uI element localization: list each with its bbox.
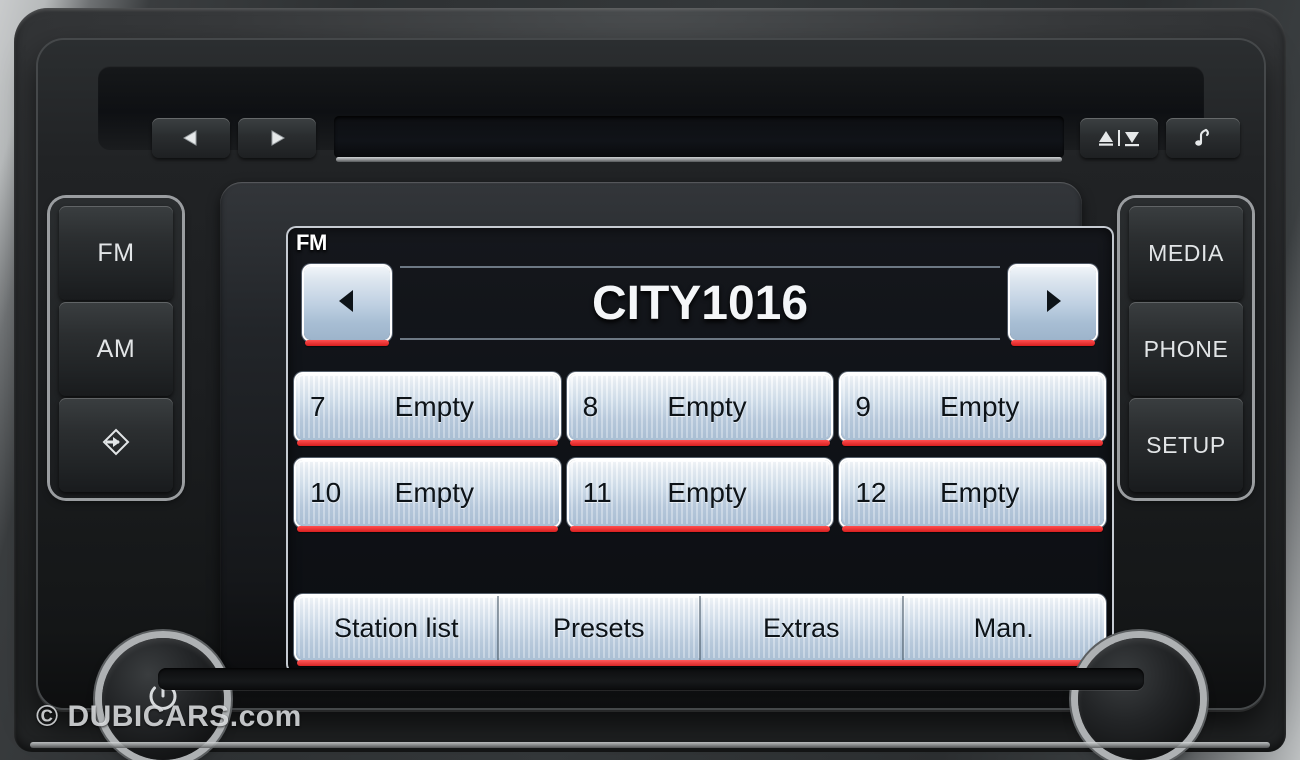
tab-label: Man.: [973, 612, 1034, 643]
preset-label: Empty: [939, 391, 1020, 422]
preset-number: 11: [582, 477, 612, 508]
music-note-icon: [1192, 127, 1214, 149]
band-badge: FM: [296, 230, 327, 255]
preset-number: 9: [855, 391, 871, 422]
next-station-button[interactable]: [1010, 266, 1096, 346]
lcd-display[interactable]: FM CITY1016 7 Empty 8 Empty 9 Empty 10 E…: [286, 226, 1114, 674]
preset-number: 7: [310, 391, 326, 422]
dashboard-trim-strip: [30, 742, 1270, 748]
screenshot-root: FM AM FM CITY1016 7 Empty 8 Empty 9 Empt…: [0, 0, 1300, 760]
watermark: © DUBICARS.com: [36, 700, 302, 733]
media-button-label: MEDIA: [1148, 239, 1224, 266]
previous-track-button[interactable]: [152, 118, 230, 158]
tab-station-list[interactable]: Station list: [296, 596, 499, 660]
preset-label: Empty: [394, 391, 474, 422]
triangle-right-icon: [1037, 286, 1069, 321]
preset-button-8[interactable]: 8 Empty: [568, 374, 832, 446]
preset-label: Empty: [394, 477, 474, 508]
tab-presets[interactable]: Presets: [499, 596, 701, 660]
setup-button[interactable]: SETUP: [1129, 398, 1243, 492]
tab-manual[interactable]: Man.: [904, 596, 1105, 660]
next-track-button[interactable]: [238, 118, 316, 158]
media-button[interactable]: MEDIA: [1129, 206, 1243, 300]
am-button-label: AM: [96, 334, 136, 363]
phone-button[interactable]: PHONE: [1129, 302, 1243, 396]
traffic-program-button[interactable]: [59, 398, 173, 492]
station-name: CITY1016: [591, 276, 809, 330]
head-unit-body: FM AM FM CITY1016 7 Empty 8 Empty 9 Empt…: [38, 40, 1264, 760]
preset-grid: 7 Empty 8 Empty 9 Empty 10 Empty 11 Empt…: [296, 374, 1104, 532]
unit-bottom-lip: [158, 668, 1144, 690]
display-bezel: FM CITY1016 7 Empty 8 Empty 9 Empty 10 E…: [220, 182, 1114, 678]
audio-note-button[interactable]: [1166, 118, 1240, 158]
triangle-left-icon: [180, 129, 202, 147]
fm-button[interactable]: FM: [59, 206, 173, 300]
triangle-left-icon: [331, 286, 363, 321]
cd-slot[interactable]: [334, 116, 1064, 162]
preset-button-9[interactable]: 9 Empty: [841, 374, 1104, 446]
preset-label: Empty: [939, 477, 1020, 508]
station-header: CITY1016: [296, 256, 1104, 362]
am-button[interactable]: AM: [59, 302, 173, 396]
preset-number: 12: [855, 477, 887, 508]
preset-button-11[interactable]: 11 Empty: [568, 460, 832, 532]
tab-label: Station list: [333, 612, 459, 643]
preset-button-7[interactable]: 7 Empty: [296, 374, 559, 446]
tab-extras[interactable]: Extras: [701, 596, 904, 660]
station-name-plate: CITY1016: [400, 266, 1000, 340]
bottom-tab-bar: Station list Presets Extras Man.: [296, 596, 1105, 666]
triangle-right-icon: [266, 129, 288, 147]
left-button-cluster: FM AM: [50, 198, 182, 498]
diamond-arrow-icon: [97, 423, 135, 468]
preset-button-10[interactable]: 10 Empty: [296, 460, 559, 532]
eject-load-icon: [1096, 128, 1142, 148]
preset-number: 10: [310, 477, 342, 508]
previous-station-button[interactable]: [304, 266, 390, 346]
phone-button-label: PHONE: [1143, 335, 1229, 362]
preset-number: 8: [582, 391, 599, 422]
tab-label: Extras: [762, 612, 840, 643]
tab-label: Presets: [552, 612, 645, 643]
preset-button-12[interactable]: 12 Empty: [841, 460, 1104, 532]
right-button-cluster: MEDIA PHONE SETUP: [1120, 198, 1252, 498]
preset-label: Empty: [667, 477, 747, 508]
setup-button-label: SETUP: [1146, 431, 1226, 458]
eject-load-button[interactable]: [1080, 118, 1158, 158]
fm-button-label: FM: [97, 238, 135, 267]
preset-label: Empty: [667, 391, 747, 422]
